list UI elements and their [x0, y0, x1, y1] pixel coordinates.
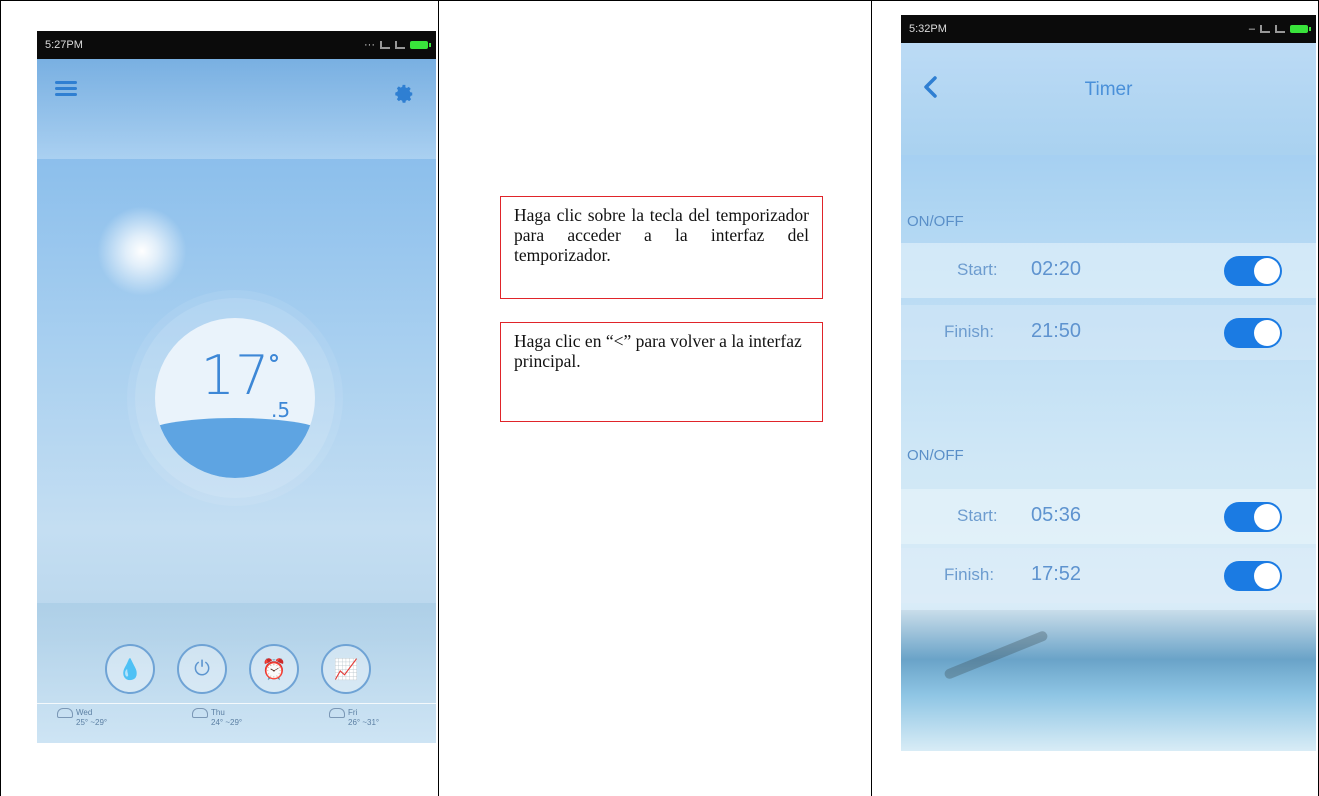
timer-screen-screenshot: 5:32PM – Timer ON/OFF Start: 02:20 Finis…: [901, 15, 1316, 751]
timer-button[interactable]: ⏰: [249, 644, 299, 694]
sun-glare: [97, 206, 187, 296]
signal-icon: [380, 41, 390, 49]
column-divider-1: [438, 0, 439, 796]
gear-icon[interactable]: [393, 83, 415, 105]
forecast-range: 25° ~29°: [76, 718, 108, 727]
forecast-day: Fri: [348, 708, 358, 717]
table-border-top: [0, 0, 1319, 1]
row-time[interactable]: 17:52: [1031, 563, 1081, 586]
toggle-knob: [1254, 504, 1280, 530]
timer-instruction-note: Haga clic sobre la tecla del temporizado…: [500, 196, 823, 299]
forecast-item: Fri 26° ~31°: [329, 708, 379, 727]
page-title: Timer: [1084, 79, 1133, 100]
row-label: Start:: [957, 260, 998, 279]
pool-ladder-rail: [943, 629, 1049, 681]
table-border-left: [0, 0, 1, 796]
toggle-knob: [1254, 258, 1280, 284]
chart-icon: 📈: [333, 658, 359, 681]
timer-row[interactable]: Start: 02:20: [901, 243, 1316, 298]
forecast-row: Wed 25° ~29° Thu 24° ~29° Fri 26° ~31°: [37, 703, 436, 743]
forecast-item: Wed 25° ~29°: [57, 708, 107, 727]
timer-row[interactable]: Finish: 17:52: [901, 548, 1316, 603]
battery-icon: [410, 41, 431, 49]
forecast-range: 24° ~29°: [211, 718, 243, 727]
temperature-decimal: .5: [271, 398, 291, 422]
status-icons: –: [1248, 23, 1311, 35]
signal-icon-2: [1275, 25, 1285, 33]
row-time[interactable]: 21:50: [1031, 320, 1081, 343]
status-time: 5:27PM: [45, 39, 83, 51]
forecast-item: Thu 24° ~29°: [192, 708, 242, 727]
power-button[interactable]: ⏻: [177, 644, 227, 694]
group-label: ON/OFF: [907, 447, 964, 464]
forecast-day: Thu: [211, 708, 225, 717]
row-time[interactable]: 02:20: [1031, 258, 1081, 281]
more-icon: ···: [364, 39, 375, 51]
status-icons: ···: [364, 39, 431, 51]
degree-icon: [270, 354, 278, 362]
power-icon: ⏻: [194, 657, 210, 680]
timer-row[interactable]: Finish: 21:50: [901, 305, 1316, 360]
start-toggle[interactable]: [1224, 256, 1282, 286]
battery-icon: [1290, 25, 1311, 33]
menu-icon[interactable]: [55, 81, 77, 97]
row-time[interactable]: 05:36: [1031, 504, 1081, 527]
timer-row[interactable]: Start: 05:36: [901, 489, 1316, 544]
heat-mode-icon: 💧: [117, 658, 143, 681]
chart-button[interactable]: 📈: [321, 644, 371, 694]
status-bar: 5:32PM –: [901, 15, 1316, 43]
pool-photo: [901, 610, 1316, 751]
forecast-range: 26° ~31°: [348, 718, 380, 727]
column-divider-2: [871, 0, 872, 796]
forecast-day: Wed: [76, 708, 93, 717]
finish-toggle[interactable]: [1224, 318, 1282, 348]
group-label: ON/OFF: [907, 213, 964, 230]
signal-icon: [1260, 25, 1270, 33]
main-screen-screenshot: 5:27PM ··· 17 .5 💧 ⏻ ⏰ 📈 Wed 25° ~29° Th…: [37, 31, 436, 743]
finish-toggle[interactable]: [1224, 561, 1282, 591]
dial-water-level: [155, 418, 315, 478]
status-bar: 5:27PM ···: [37, 31, 436, 59]
status-time: 5:32PM: [909, 23, 947, 35]
start-toggle[interactable]: [1224, 502, 1282, 532]
cloud-icon: [329, 708, 345, 718]
toggle-knob: [1254, 563, 1280, 589]
signal-icon-2: [395, 41, 405, 49]
cloud-icon: [192, 708, 208, 718]
toggle-knob: [1254, 320, 1280, 346]
row-label: Start:: [957, 506, 998, 525]
main-header: [37, 59, 436, 159]
row-label: Finish:: [944, 322, 995, 341]
more-icon: –: [1248, 23, 1255, 35]
temperature-dial[interactable]: 17 .5: [155, 318, 315, 478]
cloud-icon: [57, 708, 73, 718]
heat-mode-button[interactable]: 💧: [105, 644, 155, 694]
back-instruction-note: Haga clic en “<” para volver a la interf…: [500, 322, 823, 422]
timer-icon: ⏰: [261, 658, 287, 681]
row-label: Finish:: [944, 565, 995, 584]
